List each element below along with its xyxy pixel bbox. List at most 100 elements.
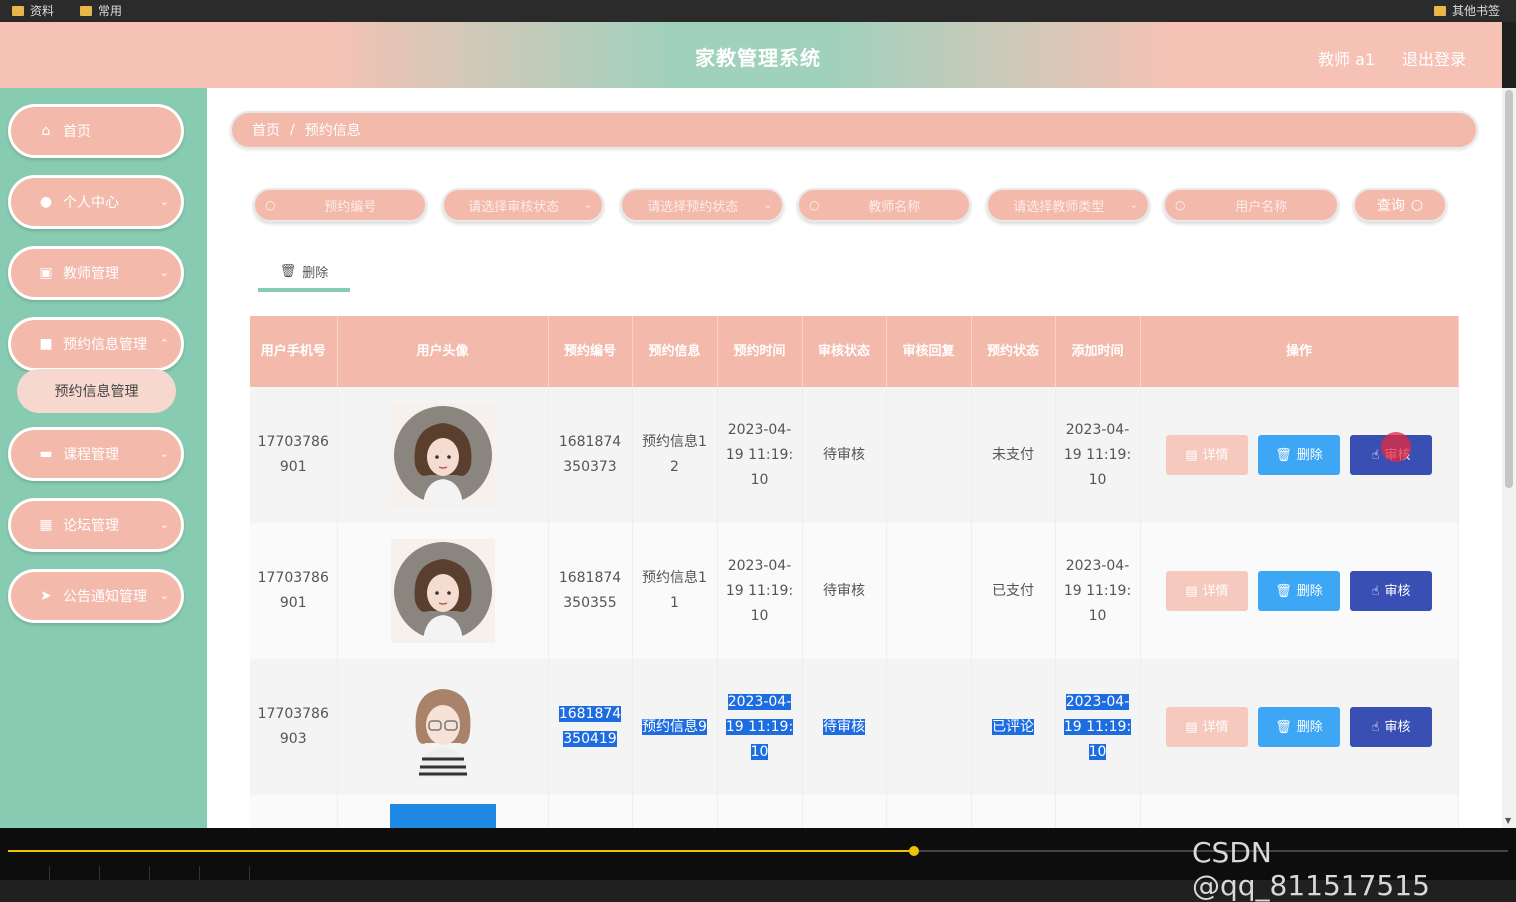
sidebar-item-courses[interactable]: ▬ 课程管理 ⌄: [8, 427, 184, 481]
bookmark-folder-other[interactable]: 其他书签: [1434, 2, 1500, 19]
sidebar-item-profile[interactable]: ● 个人中心 ⌄: [8, 175, 184, 229]
column-header: 预约编号: [548, 316, 633, 387]
bookmark-bar: 资料 常用 其他书签: [0, 0, 1516, 22]
cell-actions: ▤详情 🗑删除 ☝审核: [1140, 659, 1459, 795]
sidebar-subitem-appointments[interactable]: 预约信息管理: [17, 369, 176, 413]
review-status-select[interactable]: 请选择审核状态 ⌄: [442, 188, 604, 222]
bookmark-folder[interactable]: 资料: [12, 2, 54, 19]
column-header: 预约状态: [971, 316, 1056, 387]
cell-avatar: [337, 659, 549, 795]
cell-phone: 17703786901: [250, 387, 338, 523]
sidebar-item-home[interactable]: ⌂ 首页: [8, 104, 184, 158]
column-header: 审核状态: [802, 316, 887, 387]
table-row[interactable]: 17703786901 1681874350355 预约信息11 2023-04…: [250, 523, 1459, 659]
search-icon: ○: [809, 198, 820, 212]
chevron-down-icon: ⌄: [583, 199, 592, 211]
bookmark-folder[interactable]: 常用: [80, 2, 122, 19]
document-icon: ▤: [1185, 583, 1198, 599]
user-icon: ●: [39, 194, 53, 210]
search-icon: ○: [1410, 197, 1424, 213]
query-button[interactable]: 查询 ○: [1353, 188, 1447, 222]
home-icon: ⌂: [41, 123, 51, 139]
breadcrumb-home[interactable]: 首页: [252, 120, 280, 140]
review-button[interactable]: ☝审核: [1350, 707, 1432, 747]
hand-icon: ☝: [1371, 583, 1380, 599]
column-header: 预约时间: [717, 316, 803, 387]
detail-button[interactable]: ▤ 详情: [1166, 707, 1248, 747]
cell-appointment-status: 未支付: [971, 387, 1056, 523]
review-button[interactable]: ☝审核: [1350, 571, 1432, 611]
cell-appointment-info: 预约信息12: [632, 387, 718, 523]
video-progress-knob[interactable]: [909, 846, 919, 856]
detail-button[interactable]: ▤ 详情: [1166, 571, 1248, 611]
course-icon: ▬: [39, 446, 53, 462]
avatar-girl-glasses-icon: [415, 689, 470, 777]
sidebar-item-teachers[interactable]: ▣ 教师管理 ⌄: [8, 246, 184, 300]
user-name-input[interactable]: ○ 用户名称: [1163, 188, 1339, 222]
avatar: [390, 403, 495, 507]
avatar-girl-icon: [393, 542, 492, 641]
trash-icon: 🗑: [1275, 719, 1292, 735]
table-header-row: 用户手机号 用户头像 预约编号 预约信息 预约时间 审核状态 审核回复 预约状态…: [250, 316, 1459, 387]
vertical-scrollbar[interactable]: ▼: [1502, 88, 1516, 828]
appointments-table: 用户手机号 用户头像 预约编号 预约信息 预约时间 审核状态 审核回复 预约状态…: [250, 316, 1459, 835]
notice-icon: ➤: [40, 588, 52, 604]
document-icon: ▤: [1185, 719, 1198, 735]
column-header: 预约信息: [632, 316, 718, 387]
cell-appointment-no: 1681874350373: [548, 387, 633, 523]
cell-added-time: 2023-04-19 11:19:10: [1055, 523, 1141, 659]
sidebar: ⌂ 首页 ● 个人中心 ⌄ ▣ 教师管理 ⌄ ■ 预约信息管理 ⌃ 预约信息管理…: [0, 88, 207, 828]
column-header: 添加时间: [1055, 316, 1141, 387]
teacher-name-input[interactable]: ○ 教师名称: [797, 188, 971, 222]
cell-appointment-status: 已评论: [971, 659, 1056, 795]
batch-delete-button[interactable]: 🗑 删除: [258, 250, 350, 292]
delete-button[interactable]: 🗑 删除: [1258, 707, 1340, 747]
sidebar-item-notices[interactable]: ➤ 公告通知管理 ⌄: [8, 569, 184, 623]
hand-icon: ☝: [1371, 719, 1380, 735]
scrollbar-thumb[interactable]: [1505, 90, 1513, 488]
chevron-down-icon: ⌄: [159, 195, 169, 208]
teacher-icon: ▣: [39, 265, 53, 281]
sidebar-item-forum[interactable]: ▦ 论坛管理 ⌄: [8, 498, 184, 552]
teacher-type-select[interactable]: 请选择教师类型 ⌄: [986, 188, 1150, 222]
watermark: CSDN @qq_811517515: [1192, 836, 1430, 902]
app-title: 家教管理系统: [695, 46, 821, 70]
cell-review-reply: [886, 659, 972, 795]
appointment-icon: ■: [39, 336, 53, 352]
folder-icon: [1434, 5, 1446, 16]
chevron-down-icon: ⌄: [1129, 199, 1138, 211]
cell-appointment-time: 2023-04-19 11:19:10: [717, 387, 803, 523]
chevron-down-icon: ⌄: [159, 266, 169, 279]
cell-appointment-info: 预约信息11: [632, 523, 718, 659]
delete-button[interactable]: 🗑 删除: [1258, 435, 1340, 475]
sidebar-item-appointments[interactable]: ■ 预约信息管理 ⌃: [8, 317, 184, 371]
cell-actions: ▤详情 🗑删除 ☝审核: [1140, 387, 1459, 523]
detail-button[interactable]: ▤ 详情: [1166, 435, 1248, 475]
delete-button[interactable]: 🗑 删除: [1258, 571, 1340, 611]
chevron-up-icon: ⌃: [159, 337, 169, 350]
avatar-girl-icon: [393, 406, 492, 505]
table-row[interactable]: 17703786901 1681874350373 预约信息12 2023-04…: [250, 387, 1459, 523]
logout-link[interactable]: 退出登录: [1402, 46, 1466, 70]
cell-appointment-time: 2023-04-19 11:19:10: [717, 659, 803, 795]
trash-icon: 🗑: [1275, 447, 1292, 463]
cell-appointment-no: 1681874350355: [548, 523, 633, 659]
appointment-no-input[interactable]: ○ 预约编号: [253, 188, 427, 222]
chevron-down-icon: ⌄: [159, 447, 169, 460]
app-header: 家教管理系统 教师 a1 退出登录: [0, 22, 1502, 88]
table-row[interactable]: 17703786903 1681874350419 预约信息9 2023-04-…: [250, 659, 1459, 795]
video-controls: [0, 866, 260, 880]
mouse-cursor-highlight: [1381, 432, 1411, 462]
folder-icon: [12, 5, 24, 16]
scroll-down-icon[interactable]: ▼: [1505, 816, 1511, 825]
appointment-status-select[interactable]: 请选择预约状态 ⌄: [620, 188, 784, 222]
chevron-down-icon: ⌄: [763, 199, 772, 211]
cell-phone: 17703786903: [250, 659, 338, 795]
breadcrumb-separator: /: [290, 122, 295, 138]
cell-appointment-status: 已支付: [971, 523, 1056, 659]
cell-added-time: 2023-04-19 11:19:10: [1055, 387, 1141, 523]
cell-added-time: 2023-04-19 11:19:10: [1055, 659, 1141, 795]
video-progress-fill: [8, 850, 914, 852]
hand-icon: ☝: [1371, 447, 1380, 463]
cell-phone: 17703786901: [250, 523, 338, 659]
